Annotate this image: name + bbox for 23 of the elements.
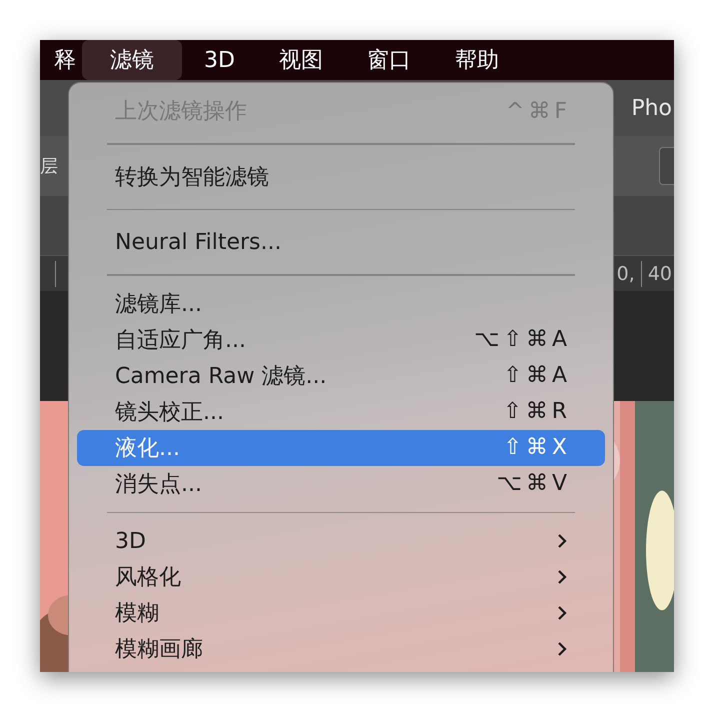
menu-bar-item[interactable]: 窗口 [344, 40, 433, 80]
menu-bar-item[interactable]: 释 [40, 40, 82, 80]
menu-bar-item[interactable]: 3D [182, 40, 257, 80]
menu-bar-item[interactable]: 视图 [256, 40, 345, 80]
option-label: 层 [40, 155, 58, 178]
document-tab[interactable]: Pho [631, 96, 674, 120]
menu-item[interactable]: 模糊 [77, 595, 605, 631]
menu-item[interactable]: 镜头校正... ⇧⌘R [77, 394, 605, 430]
menu-item[interactable]: 模糊画廊 [77, 631, 605, 667]
menu-item[interactable]: 消失点... ⌥⌘V [77, 466, 605, 502]
input-field[interactable] [659, 147, 674, 185]
menu-item[interactable]: 液化... ⇧⌘X [77, 430, 605, 466]
menu-item[interactable]: 3D [77, 523, 605, 559]
menu-bar-item[interactable]: 帮助 [432, 40, 521, 80]
menu-item[interactable]: 转换为智能滤镜 [77, 154, 605, 198]
ruler-label: 0, [616, 262, 635, 284]
menu-item[interactable]: Neural Filters... [77, 220, 605, 264]
menu-item[interactable]: 滤镜库... [77, 286, 605, 322]
menu-item[interactable]: Camera Raw 滤镜... ⇧⌘A [77, 358, 605, 394]
ruler-label: 40 [648, 262, 672, 284]
menu-bar-item[interactable]: 滤镜 [82, 40, 182, 80]
menu-item[interactable]: 自适应广角... ⌥⇧⌘A [77, 322, 605, 358]
menu-item[interactable]: 风格化 [77, 559, 605, 595]
